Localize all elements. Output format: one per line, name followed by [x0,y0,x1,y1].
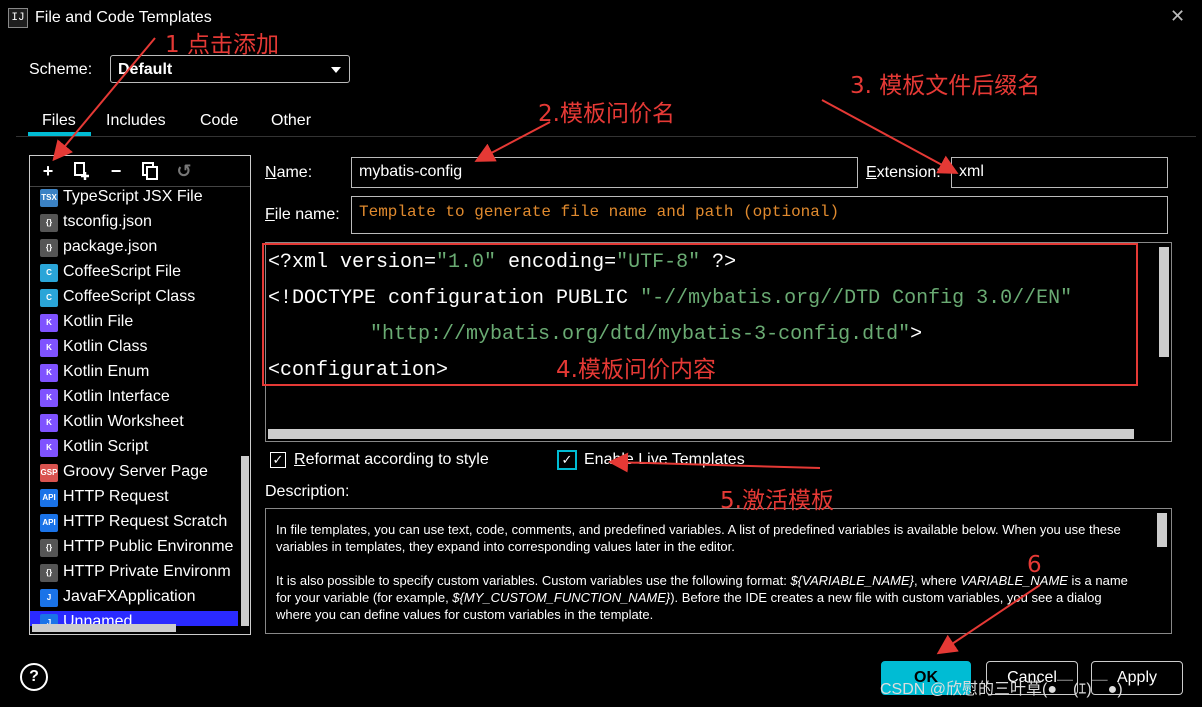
annotation-3: 3. 模板文件后缀名 [850,73,1041,99]
list-vertical-scrollbar[interactable] [241,456,249,626]
filename-placeholder: Template to generate file name and path … [359,203,840,221]
list-item[interactable]: API HTTP Request [30,486,238,511]
reformat-label: Reformat according to style [294,451,489,468]
description-paragraph-1: In file templates, you can use text, cod… [276,522,1121,554]
extension-value: xml [959,163,984,180]
tab-other[interactable]: Other [271,112,311,130]
annotation-5: 5.激活模板 [720,488,834,514]
tab-files[interactable]: Files [42,112,76,130]
list-item[interactable]: {} tsconfig.json [30,211,238,236]
list-item[interactable]: K Kotlin Enum [30,361,238,386]
template-type-icon: GSP [40,464,58,482]
template-type-icon: API [40,489,58,507]
list-item[interactable]: K Kotlin File [30,311,238,336]
template-type-icon: {} [40,214,58,232]
close-icon[interactable]: ✕ [1170,6,1185,27]
list-item[interactable]: GSP Groovy Server Page [30,461,238,486]
filename-input[interactable]: Template to generate file name and path … [351,196,1168,234]
tabs-divider [16,136,1196,137]
list-item-label: Kotlin Interface [63,388,170,405]
live-templates-checkbox[interactable]: ✓ [557,450,577,470]
annotation-1: 1 点击添加 [165,32,279,58]
template-type-icon: K [40,339,58,357]
list-item-label: CoffeeScript Class [63,288,196,305]
description-scrollbar[interactable] [1157,513,1167,547]
description-paragraph-2: It is also possible to specify custom va… [276,573,1128,622]
list-horizontal-scrollbar[interactable] [32,624,176,632]
copy-icon[interactable] [140,161,160,181]
list-item[interactable]: TSX TypeScript JSX File [30,186,238,211]
list-item[interactable]: J JavaFXApplication [30,586,238,611]
list-item[interactable]: C CoffeeScript File [30,261,238,286]
list-item-label: HTTP Request [63,488,169,505]
watermark: CSDN @欣慰的三叶草(●￣(ｴ)￣●) [880,681,1123,698]
list-item-label: Kotlin Enum [63,363,150,380]
list-item-label: Kotlin Script [63,438,149,455]
remove-icon[interactable]: − [106,161,126,181]
list-item-label: Kotlin Class [63,338,148,355]
template-type-icon: {} [40,239,58,257]
list-item[interactable]: C CoffeeScript Class [30,286,238,311]
tab-includes[interactable]: Includes [106,112,166,130]
list-item-label: Kotlin Worksheet [63,413,184,430]
extension-label: Extension: [866,164,941,181]
list-item-label: HTTP Request Scratch [63,513,228,530]
list-item[interactable]: K Kotlin Worksheet [30,411,238,436]
reset-icon[interactable]: ↺ [174,161,194,181]
add-child-icon[interactable] [72,161,92,181]
annotation-2: 2.模板问价名 [538,101,675,127]
list-item[interactable]: K Kotlin Class [30,336,238,361]
list-item[interactable]: K Kotlin Interface [30,386,238,411]
template-list-panel: + − ↺ TSX TypeScript JSX File {} tsconfig.j… [29,155,251,635]
name-label: Name: [265,164,313,181]
extension-input[interactable]: xml [951,157,1168,188]
list-item-label: tsconfig.json [63,213,152,230]
template-type-icon: K [40,414,58,432]
list-item[interactable]: {} HTTP Private Environm [30,561,238,586]
scheme-dropdown[interactable]: Default [110,55,350,83]
tab-code[interactable]: Code [200,112,238,130]
template-type-icon: C [40,289,58,307]
list-item[interactable]: API HTTP Request Scratch [30,511,238,536]
help-button[interactable]: ? [20,663,48,691]
list-item-label: Kotlin File [63,313,134,330]
template-type-icon: API [40,514,58,532]
annotation-6: 6 [1027,552,1042,578]
name-value: mybatis-config [359,163,463,180]
app-icon: IJ [8,8,28,28]
template-type-icon: TSX [40,189,58,207]
list-item[interactable]: {} HTTP Public Environme [30,536,238,561]
template-type-icon: C [40,264,58,282]
template-type-icon: {} [40,564,58,582]
reformat-checkbox[interactable]: ✓ [270,452,286,468]
editor-horizontal-scrollbar[interactable] [268,429,1134,439]
scheme-label: Scheme: [29,61,93,78]
template-type-icon: K [40,364,58,382]
editor-vertical-scrollbar[interactable] [1159,247,1169,357]
list-item-label: TypeScript JSX File [63,188,203,205]
scheme-value: Default [118,61,173,78]
list-item-label: HTTP Private Environm [63,563,231,580]
list-item-label: JavaFXApplication [63,588,196,605]
name-input[interactable]: mybatis-config [351,157,858,188]
chevron-down-icon [331,67,341,73]
template-toolbar: + − ↺ [30,156,250,187]
filename-label: File name: [265,206,340,223]
description-label: Description: [265,483,350,500]
template-type-icon: {} [40,539,58,557]
template-type-icon: K [40,389,58,407]
annotation-4: 4.模板问价内容 [556,357,716,383]
template-type-icon: J [40,589,58,607]
list-item-label: CoffeeScript File [63,263,181,280]
template-list[interactable]: TSX TypeScript JSX File {} tsconfig.json {} p… [30,186,238,626]
list-item[interactable]: {} package.json [30,236,238,261]
template-type-icon: K [40,439,58,457]
list-item-label: HTTP Public Environme [63,538,234,555]
add-icon[interactable]: + [38,161,58,181]
template-type-icon: K [40,314,58,332]
live-templates-label: Enable Live Templates [584,451,745,468]
list-item-label: Groovy Server Page [63,463,208,480]
list-item-label: package.json [63,238,158,255]
list-item[interactable]: K Kotlin Script [30,436,238,461]
